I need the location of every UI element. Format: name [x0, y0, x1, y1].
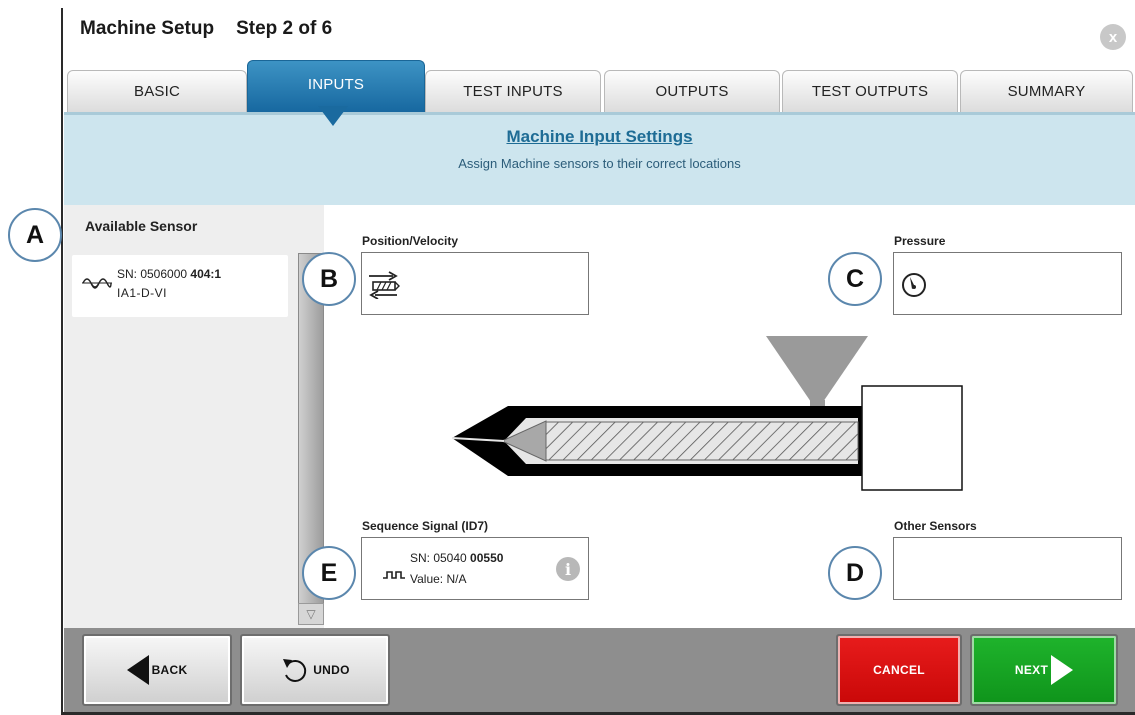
banner-subtitle: Assign Machine sensors to their correct …	[458, 156, 741, 171]
back-button[interactable]: BACK	[82, 634, 232, 706]
section-banner: Machine Input Settings Assign Machine se…	[64, 112, 1135, 205]
callout-c: C	[828, 252, 882, 306]
sensor-card[interactable]: SN: 0506000 404:1 IA1-D-VI	[72, 255, 288, 317]
sensor-code: IA1-D-VI	[117, 286, 168, 300]
back-button-label: BACK	[151, 663, 188, 677]
tab-basic[interactable]: BASIC	[67, 70, 247, 112]
sensor-serial-bold: 404:1	[190, 267, 222, 281]
injection-machine-diagram	[448, 334, 968, 494]
tab-bar: BASIC TEST INPUTS OUTPUTS TEST OUTPUTS S…	[67, 60, 1133, 112]
tab-test-inputs[interactable]: TEST INPUTS	[425, 70, 601, 112]
digital-pulse-icon	[383, 567, 405, 585]
sequence-signal-label: Sequence Signal (ID7)	[362, 519, 489, 533]
sensor-serial-prefix: SN: 0506000	[117, 267, 191, 281]
available-sensor-panel: Available Sensor SN: 0506000 404:1 IA1-D…	[64, 205, 324, 628]
analog-wave-icon	[82, 277, 112, 300]
sequence-serial-bold: 00550	[470, 551, 504, 565]
other-sensors-slot[interactable]	[893, 537, 1122, 600]
window-frame-left	[61, 8, 63, 715]
close-button[interactable]: x	[1100, 24, 1126, 50]
undo-button[interactable]: UNDO	[240, 634, 390, 706]
tab-outputs[interactable]: OUTPUTS	[604, 70, 780, 112]
other-sensors-label: Other Sensors	[894, 519, 977, 533]
sensor-serial: SN: 0506000 404:1	[117, 267, 221, 281]
banner-title[interactable]: Machine Input Settings	[64, 127, 1135, 147]
pressure-label: Pressure	[894, 234, 946, 248]
info-icon[interactable]: i	[556, 557, 580, 581]
next-arrow-icon	[1051, 655, 1074, 685]
available-sensor-title: Available Sensor	[85, 218, 198, 234]
undo-icon	[280, 655, 310, 685]
pressure-slot[interactable]	[893, 252, 1122, 315]
sequence-signal-slot[interactable]	[361, 537, 589, 600]
sequence-serial: SN: 05040 00550	[410, 551, 503, 565]
active-tab-pointer	[318, 106, 348, 126]
callout-b: B	[302, 252, 356, 306]
position-velocity-slot[interactable]	[361, 252, 589, 315]
callout-a: A	[8, 208, 62, 262]
pressure-gauge-icon	[900, 271, 928, 304]
position-velocity-icon	[367, 271, 401, 304]
scroll-down-arrow-icon[interactable]: ▽	[298, 603, 324, 625]
undo-button-label: UNDO	[313, 663, 350, 677]
cancel-button-label: CANCEL	[873, 663, 925, 677]
tab-inputs[interactable]: INPUTS	[247, 60, 425, 112]
sequence-value: Value: N/A	[410, 572, 467, 586]
sequence-serial-prefix: SN: 05040	[410, 551, 471, 565]
cancel-button[interactable]: CANCEL	[836, 634, 962, 706]
position-velocity-label: Position/Velocity	[362, 234, 459, 248]
next-button-label: NEXT	[1014, 663, 1049, 677]
callout-d: D	[828, 546, 882, 600]
tab-test-outputs[interactable]: TEST OUTPUTS	[782, 70, 958, 112]
callout-e: E	[302, 546, 356, 600]
window-title: Machine Setup Step 2 of 6	[80, 18, 354, 40]
tab-summary[interactable]: SUMMARY	[960, 70, 1133, 112]
step-indicator: Step 2 of 6	[236, 18, 333, 39]
next-button[interactable]: NEXT	[970, 634, 1118, 706]
window-title-text: Machine Setup	[80, 18, 215, 39]
back-arrow-icon	[126, 655, 149, 685]
